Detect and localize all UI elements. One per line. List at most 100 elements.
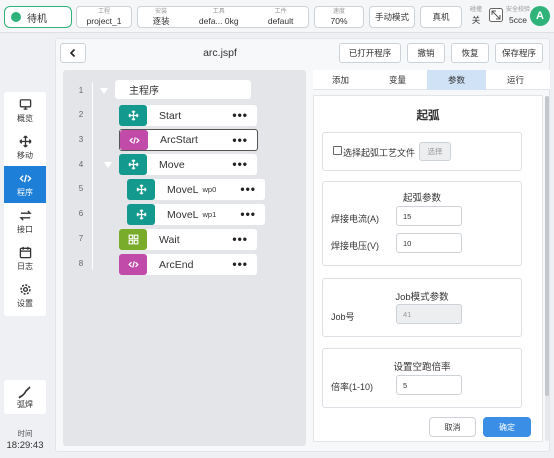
tree-node-move[interactable]: Move ••• (119, 154, 257, 175)
speed-value: 70% (330, 15, 348, 26)
collision-label: 碰撞 (469, 7, 482, 13)
node-waypoint: wp1 (202, 210, 217, 219)
voltage-input[interactable]: 10 (396, 233, 462, 253)
line-number: 1 (78, 86, 84, 95)
collapse-arrow-icon[interactable] (100, 88, 108, 94)
status-button[interactable]: 待机 (4, 6, 72, 28)
more-options-icon[interactable]: ••• (232, 233, 248, 245)
job-number-label: Job号 (331, 312, 355, 322)
tree-node-start[interactable]: Start ••• (119, 105, 257, 126)
ratio-input[interactable]: 5 (396, 375, 462, 395)
select-file-checkbox[interactable] (333, 146, 342, 155)
tab-variables[interactable]: 变量 (368, 70, 427, 90)
more-options-icon[interactable]: ••• (232, 158, 248, 170)
node-label: Start (159, 109, 182, 122)
node-label: Move (159, 158, 185, 171)
tool-group: 工具 defa... 0kg (199, 9, 239, 26)
back-button[interactable] (60, 43, 86, 63)
install-tool-workpiece-box[interactable]: 安装 逐装 工具 defa... 0kg 工件 default (137, 6, 309, 28)
line-number: 5 (78, 184, 84, 193)
tree-node-arcend[interactable]: ArcEnd ••• (119, 254, 257, 275)
current-input[interactable]: 15 (396, 206, 462, 226)
tab-run[interactable]: 运行 (486, 70, 545, 90)
tab-parameters[interactable]: 参数 (427, 70, 486, 90)
more-options-icon[interactable]: ••• (240, 183, 256, 195)
move-icon (18, 134, 32, 148)
scrollbar-thumb[interactable] (545, 96, 549, 396)
time-label: 时间 (17, 429, 33, 438)
collision-value: 关 (471, 15, 481, 25)
current-label: 焊接电流(A) (331, 214, 379, 224)
install-label: 安装 (155, 8, 168, 15)
more-options-icon[interactable]: ••• (232, 109, 248, 121)
tab-bar: 添加 变量 参数 运行 (313, 70, 550, 90)
line-number: 4 (78, 160, 84, 169)
install-group: 安装 逐装 (153, 9, 170, 26)
select-file-button[interactable]: 选择 (419, 142, 451, 161)
node-label: ArcEnd (159, 258, 194, 271)
line-number: 7 (78, 234, 84, 243)
move-icon (127, 204, 155, 225)
sidebar-item-label: 接口 (17, 224, 33, 234)
move-icon (119, 154, 147, 175)
real-machine-button[interactable]: 真机 (420, 6, 462, 28)
confirm-button[interactable]: 确定 (483, 417, 531, 437)
swap-icon (18, 209, 32, 221)
tree-node-movel-wp1[interactable]: MoveL wp1 ••• (127, 204, 265, 225)
arc-weld-button[interactable]: 弧焊 (4, 380, 46, 414)
tree-gutter-line (92, 82, 93, 270)
sidebar-item-settings[interactable]: 设置 (4, 277, 46, 314)
job-number-input[interactable]: 41 (396, 304, 462, 324)
job-mode-title: Job模式参数 (395, 292, 449, 303)
line-number: 8 (78, 259, 84, 268)
collision-indicator[interactable]: 碰撞 关 (467, 7, 485, 25)
tool-value: defa... 0kg (198, 15, 239, 26)
more-options-icon[interactable]: ••• (232, 134, 248, 146)
cancel-button[interactable]: 取消 (429, 417, 476, 437)
speed-label: 速度 (332, 8, 345, 15)
manual-mode-button[interactable]: 手动模式 (369, 6, 415, 28)
redo-button[interactable]: 恢复 (451, 43, 489, 63)
gear-icon (19, 283, 31, 295)
tree-node-arcstart[interactable]: ArcStart ••• (119, 129, 258, 151)
avatar[interactable]: A (530, 6, 550, 26)
monitor-icon (19, 98, 31, 110)
grid-icon (119, 229, 147, 250)
sidebar-item-move[interactable]: 移动 (4, 129, 46, 166)
sidebar-item-label: 概览 (17, 113, 33, 123)
opened-programs-button[interactable]: 已打开程序 (339, 43, 401, 63)
project-box[interactable]: 工程 project_1 (76, 6, 132, 28)
line-number: 2 (78, 110, 84, 119)
code-icon (18, 174, 32, 182)
project-label: 工程 (97, 8, 110, 15)
workpiece-label: 工件 (274, 8, 287, 15)
safety-check: 安全校验 5cce (503, 7, 533, 25)
line-number: 6 (78, 209, 84, 218)
select-file-label: 选择起弧工艺文件 (343, 148, 416, 158)
tree-root-main-program[interactable]: 主程序 (115, 80, 251, 99)
tool-label: 工具 (212, 8, 225, 15)
time-value: 18:29:43 (6, 439, 44, 451)
tab-add[interactable]: 添加 (313, 70, 368, 90)
speed-box[interactable]: 速度 70% (314, 6, 364, 28)
undo-button[interactable]: 撤销 (407, 43, 445, 63)
more-options-icon[interactable]: ••• (240, 208, 256, 220)
tree-node-movel-wp0[interactable]: MoveL wp0 ••• (127, 179, 265, 200)
node-label: MoveL (167, 208, 199, 221)
file-title: arc.jspf (203, 47, 237, 59)
sidebar-item-interface[interactable]: 接口 (4, 203, 46, 240)
sidebar-item-log[interactable]: 日志 (4, 240, 46, 277)
more-options-icon[interactable]: ••• (232, 258, 248, 270)
tree-node-wait[interactable]: Wait ••• (119, 229, 257, 250)
sidebar-item-program[interactable]: 程序 (4, 166, 46, 203)
safety-expand-icon[interactable] (489, 8, 503, 22)
sidebar-item-overview[interactable]: 概览 (4, 92, 46, 129)
save-program-button[interactable]: 保存程序 (495, 43, 543, 63)
code-icon (119, 254, 147, 275)
node-label: Wait (159, 233, 180, 246)
chevron-left-icon (69, 48, 76, 58)
weld-label: 弧焊 (17, 399, 33, 409)
node-waypoint: wp0 (202, 185, 217, 194)
workpiece-value: default (267, 15, 294, 26)
collapse-arrow-icon[interactable] (104, 162, 112, 168)
